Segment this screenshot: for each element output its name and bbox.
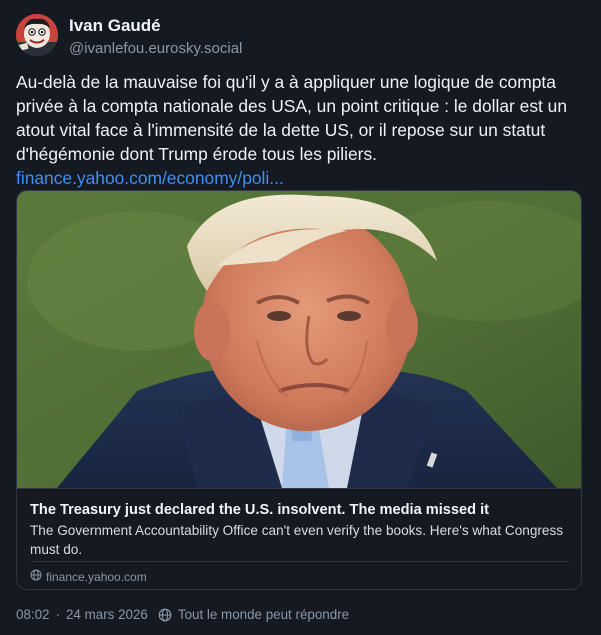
avatar[interactable] — [16, 14, 58, 56]
post-date[interactable]: 24 mars 2026 — [66, 607, 148, 622]
link-preview-card[interactable]: The Treasury just declared the U.S. inso… — [16, 190, 582, 590]
card-separator — [30, 561, 570, 562]
card-domain: finance.yahoo.com — [46, 569, 147, 584]
card-description: The Government Accountability Office can… — [30, 523, 564, 557]
post: Ivan Gaudé @ivanlefou.eurosky.social Au-… — [0, 0, 601, 635]
author-name[interactable]: Ivan Gaudé — [69, 16, 242, 36]
post-link[interactable]: finance.yahoo.com/economy/poli... — [16, 166, 582, 190]
author-block[interactable]: Ivan Gaudé @ivanlefou.eurosky.social — [69, 16, 242, 58]
post-meta: 08:02 · 24 mars 2026 Tout le monde peut … — [16, 607, 349, 622]
reply-setting[interactable]: Tout le monde peut répondre — [178, 607, 349, 622]
author-handle[interactable]: @ivanlefou.eurosky.social — [69, 40, 242, 58]
globe-icon — [158, 608, 172, 622]
card-divider — [17, 488, 581, 489]
post-time[interactable]: 08:02 — [16, 607, 50, 622]
trump-photo-image — [17, 191, 581, 488]
post-body: Au-delà de la mauvaise foi qu'il y a à a… — [16, 70, 582, 190]
card-domain-row: finance.yahoo.com — [30, 569, 147, 584]
globe-icon — [30, 569, 42, 584]
post-text: Au-delà de la mauvaise foi qu'il y a à a… — [16, 72, 568, 164]
card-image[interactable] — [17, 191, 581, 488]
card-title[interactable]: The Treasury just declared the U.S. inso… — [30, 501, 570, 520]
meta-separator: · — [55, 607, 60, 622]
cartoon-face-avatar-icon — [16, 14, 58, 56]
